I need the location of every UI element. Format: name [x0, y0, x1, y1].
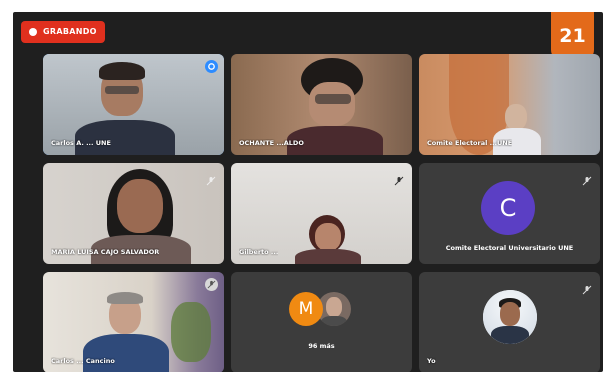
video-tile-1[interactable]: Carlos A. ... UNE	[43, 54, 224, 155]
meeting-window: GRABANDO 21 Carlos A. ... UNE OCHANTE ..…	[13, 12, 603, 372]
microphone-off-icon	[582, 280, 592, 295]
self-video-tile[interactable]: Yo	[419, 272, 600, 372]
recording-label: GRABANDO	[43, 27, 97, 36]
participant-count-badge: 21	[551, 12, 594, 60]
participant-name: Carlos A. ... UNE	[51, 139, 111, 147]
microphone-off-icon	[394, 171, 404, 186]
participant-body	[295, 249, 361, 264]
participant-hair	[107, 292, 143, 304]
participant-head	[309, 82, 355, 126]
participant-hair	[99, 62, 145, 80]
video-tile-5[interactable]: Gilberto ...	[231, 163, 412, 264]
microphone-off-icon	[205, 278, 218, 291]
participant-name: Gilberto ...	[239, 248, 279, 256]
video-tile-7[interactable]: Carlos ... Cancino	[43, 272, 224, 372]
pin-icon[interactable]	[205, 60, 218, 73]
video-gallery: Carlos A. ... UNE OCHANTE ...ALDO Comite…	[43, 54, 601, 372]
record-dot-icon	[29, 28, 37, 36]
participant-body	[83, 334, 169, 372]
participant-head	[315, 223, 341, 251]
participant-body	[75, 120, 175, 155]
participant-head	[505, 104, 527, 130]
avatar: C	[481, 181, 535, 235]
video-tile-6[interactable]: C Comite Electoral Universitario UNE	[419, 163, 600, 264]
participant-name: Yo	[427, 357, 436, 365]
video-tile-2[interactable]: OCHANTE ...ALDO	[231, 54, 412, 155]
glasses-icon	[315, 94, 351, 104]
microphone-off-icon	[206, 171, 216, 186]
microphone-off-icon	[582, 171, 592, 186]
participant-name: Carlos ... Cancino	[51, 357, 115, 365]
participant-name: MARIA LUISA CAJO SALVADOR	[51, 248, 160, 256]
participant-name: Comite Electoral ...UNE	[427, 139, 513, 147]
video-tile-4[interactable]: MARIA LUISA CAJO SALVADOR	[43, 163, 224, 264]
plant	[171, 302, 211, 362]
avatar	[483, 290, 537, 344]
participant-name: Comite Electoral Universitario UNE	[445, 244, 574, 252]
glasses-icon	[105, 86, 139, 94]
participant-name: OCHANTE ...ALDO	[239, 139, 304, 147]
more-participants-label: 96 más	[308, 342, 335, 350]
more-participants-tile[interactable]: M 96 más	[231, 272, 412, 372]
recording-indicator[interactable]: GRABANDO	[21, 21, 105, 43]
participant-head	[117, 179, 163, 233]
avatar: M	[289, 292, 323, 326]
video-tile-3[interactable]: Comite Electoral ...UNE	[419, 54, 600, 155]
